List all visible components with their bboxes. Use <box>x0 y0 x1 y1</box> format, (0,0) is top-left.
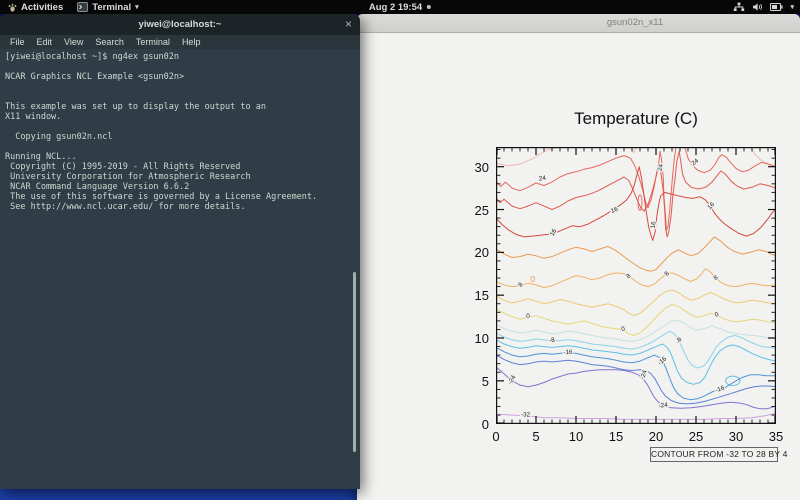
terminal-titlebar[interactable]: yiwei@localhost:~ × <box>0 14 360 35</box>
contour-label: -32 <box>521 412 531 419</box>
clock[interactable]: Aug 2 19:54 <box>368 1 432 13</box>
x11-titlebar[interactable]: gsun02n_x11 <box>357 14 800 33</box>
terminal-line: Copying gsun02n.ncl <box>5 132 113 142</box>
notification-dot-icon <box>427 5 432 9</box>
menu-item-terminal[interactable]: Terminal <box>130 37 176 47</box>
contour-plot: 24 24 24 16 16 16 16 8 8 8 8 0 0 0 -8 -8 -16 -16 -16 -24 -24… <box>495 146 777 424</box>
y-axis-tick-label: 10 <box>474 330 489 346</box>
terminal-line: X11 window. <box>5 112 62 122</box>
x11-window: gsun02n_x11 Temperature (C) 24 24 24 16 16 16… <box>357 14 800 500</box>
contour-label: 24 <box>690 157 700 167</box>
x-axis-tick-label: 20 <box>648 429 664 444</box>
terminal-window-title: yiwei@localhost:~ <box>138 19 222 30</box>
app-menu-label: Terminal <box>92 1 132 13</box>
network-icon <box>734 2 745 11</box>
contour-label: -8 <box>675 336 684 345</box>
menu-item-search[interactable]: Search <box>89 37 130 47</box>
contour-label: 0 <box>714 311 721 319</box>
terminal-line: NCAR Graphics NCL Example <gsun02n> <box>5 72 185 82</box>
terminal-line: [yiwei@localhost ~]$ ng4ex gsun02n <box>5 52 179 62</box>
activities-button[interactable]: Activities <box>8 2 63 13</box>
x-axis-tick-label: 25 <box>688 429 704 444</box>
contour-label: -16 <box>563 349 573 357</box>
close-icon[interactable]: × <box>345 16 352 32</box>
contour-svg: 2424241616161688 88000-8 -8-16-16-16-24 -24… <box>495 146 777 424</box>
contour-label: -24 <box>507 374 518 386</box>
contour-label: 8 <box>625 272 633 280</box>
terminal-screen[interactable]: [yiwei@localhost ~]$ ng4ex gsun02n NCAR G… <box>0 49 360 489</box>
terminal-scrollbar-thumb[interactable] <box>353 272 356 452</box>
y-axis-tick-label: 30 <box>474 159 489 175</box>
contour-label: -8 <box>549 336 556 344</box>
y-axis-tick-label: 5 <box>481 373 489 389</box>
system-status-area[interactable]: ▾ <box>733 2 794 12</box>
contour-label: -24 <box>658 402 668 410</box>
contour-label: 16 <box>549 227 559 237</box>
terminal-line: Copyright (C) 1995-2019 - All Rights Res… <box>5 162 241 172</box>
terminal-line: The use of this software is governed by … <box>5 192 318 202</box>
terminal-line: Running NCL... <box>5 152 77 162</box>
x11-canvas: Temperature (C) 24 24 24 16 16 16 16 8 8 8 8 0 0 0 -8-… <box>357 33 800 499</box>
menu-item-view[interactable]: View <box>58 37 89 47</box>
x-axis-tick-label: 10 <box>568 429 584 444</box>
y-axis-tick-label: 15 <box>474 288 489 304</box>
app-menu-button[interactable]: Terminal ▾ <box>77 1 139 13</box>
contour-label: 0 <box>621 325 627 333</box>
terminal-line: See http://www.ncl.ucar.edu/ for more de… <box>5 202 246 212</box>
top-bar: Activities Terminal ▾ Aug 2 19:54 ▾ <box>0 0 800 14</box>
x-axis-tick-label: 15 <box>608 429 624 444</box>
contour-label: -24 <box>639 369 649 380</box>
x-axis-tick-label: 30 <box>728 429 744 444</box>
menu-item-file[interactable]: File <box>4 37 31 47</box>
x-axis-tick-label: 35 <box>768 429 784 444</box>
terminal-line: NCAR Command Language Version 6.6.2 <box>5 182 190 192</box>
terminal-window: yiwei@localhost:~ × File Edit View Search Te… <box>0 14 360 489</box>
activities-icon <box>8 3 17 12</box>
contour-label: 24 <box>657 163 665 172</box>
clock-label: Aug 2 19:54 <box>368 1 423 13</box>
y-axis-tick-label: 20 <box>474 245 489 261</box>
terminal-line: This example was set up to display the o… <box>5 102 266 112</box>
x11-window-title: gsun02n_x11 <box>606 17 664 28</box>
x-axis-tick-label: 5 <box>532 429 540 444</box>
battery-icon <box>770 3 784 11</box>
menu-item-help[interactable]: Help <box>176 37 207 47</box>
terminal-app-icon <box>77 2 89 12</box>
contour-label: 24 <box>538 175 546 183</box>
contour-label: -16 <box>715 385 726 395</box>
volume-icon <box>753 3 763 11</box>
plot-title: Temperature (C) <box>574 109 698 128</box>
contour-label: 0 <box>526 313 530 320</box>
menu-item-edit[interactable]: Edit <box>31 37 59 47</box>
app-menu-chevron-icon: ▾ <box>135 4 139 11</box>
y-axis-tick-label: 25 <box>474 202 489 218</box>
terminal-menubar: File Edit View Search Terminal Help <box>0 35 360 49</box>
activities-label: Activities <box>21 1 64 13</box>
system-menu-chevron-icon: ▾ <box>790 4 794 11</box>
terminal-line: University Corporation for Atmospheric R… <box>5 172 251 182</box>
y-axis-tick-label: 0 <box>481 416 489 432</box>
contour-note-box: CONTOUR FROM -32 TO 28 BY 4 <box>650 447 787 462</box>
